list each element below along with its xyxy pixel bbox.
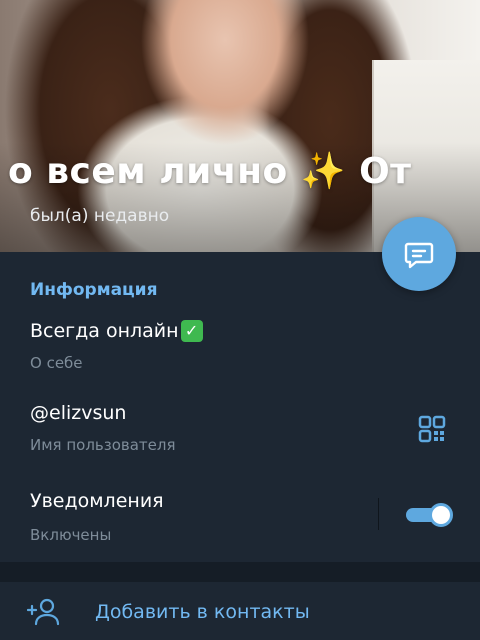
info-section-title: Информация xyxy=(30,280,158,300)
profile-photo[interactable]: о всем лично ✨ От был(а) недавно xyxy=(0,0,480,252)
message-icon xyxy=(404,242,434,269)
username-value[interactable]: @elizvsun xyxy=(30,402,126,424)
info-section: Информация Всегда онлайн ✓ О себе @elizvs… xyxy=(0,252,480,562)
qr-code-icon[interactable] xyxy=(418,415,446,443)
bio-row[interactable]: Всегда онлайн ✓ xyxy=(30,320,203,342)
bio-label: О себе xyxy=(30,354,83,372)
section-gap xyxy=(0,562,480,582)
toggle-knob xyxy=(429,503,453,527)
last-seen-status: был(а) недавно xyxy=(30,206,170,226)
notifications-toggle[interactable] xyxy=(406,502,453,528)
add-contact-label: Добавить в контакты xyxy=(95,601,310,623)
notifications-title[interactable]: Уведомления xyxy=(30,490,164,512)
send-message-button[interactable] xyxy=(382,217,456,291)
add-person-icon xyxy=(27,598,60,626)
row-divider xyxy=(378,498,379,530)
check-emoji-icon: ✓ xyxy=(180,320,203,342)
username-label: Имя пользователя xyxy=(30,436,176,454)
profile-screen: о всем лично ✨ От был(а) недавно Информа… xyxy=(0,0,480,640)
notifications-status: Включены xyxy=(30,526,112,544)
add-contact-button[interactable]: Добавить в контакты xyxy=(0,582,480,640)
profile-name: о всем лично ✨ От xyxy=(8,151,412,192)
bio-value: Всегда онлайн xyxy=(30,320,179,342)
